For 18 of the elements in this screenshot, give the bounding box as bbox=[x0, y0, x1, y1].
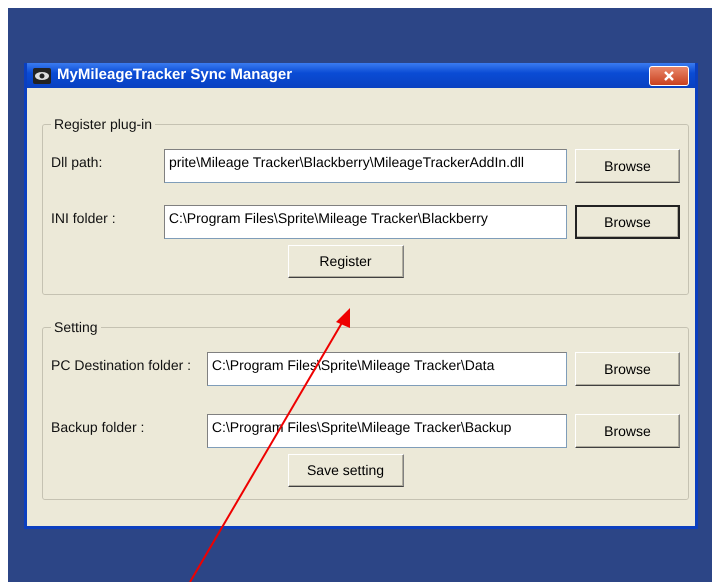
field-label: Backup folder : bbox=[51, 418, 146, 437]
action-button[interactable]: Register bbox=[288, 245, 404, 278]
field-label: PC Destination folder : bbox=[51, 356, 192, 374]
group-title: Setting bbox=[51, 319, 101, 335]
browse-button[interactable]: Browse bbox=[574, 414, 680, 448]
path-field[interactable]: C:\Program Files\Sprite\Mileage Tracker\Blackberry bbox=[164, 205, 567, 239]
group-title: Register plug-in bbox=[51, 116, 156, 132]
close-button[interactable] bbox=[649, 66, 689, 86]
field-label: INI folder : bbox=[51, 208, 117, 228]
close-icon bbox=[663, 70, 675, 82]
action-button[interactable]: Save setting bbox=[288, 454, 404, 487]
browse-button[interactable]: Browse bbox=[574, 352, 680, 386]
field-label: Dll path: bbox=[51, 152, 104, 172]
path-field[interactable]: prite\Mileage Tracker\Blackberry\MileageTrackerAddIn.dll bbox=[164, 149, 567, 183]
eye-icon bbox=[33, 68, 51, 84]
browse-button[interactable]: Browse bbox=[574, 149, 680, 183]
window-title: MyMileageTracker Sync Manager bbox=[57, 65, 292, 86]
browse-button[interactable]: Browse bbox=[574, 205, 680, 239]
